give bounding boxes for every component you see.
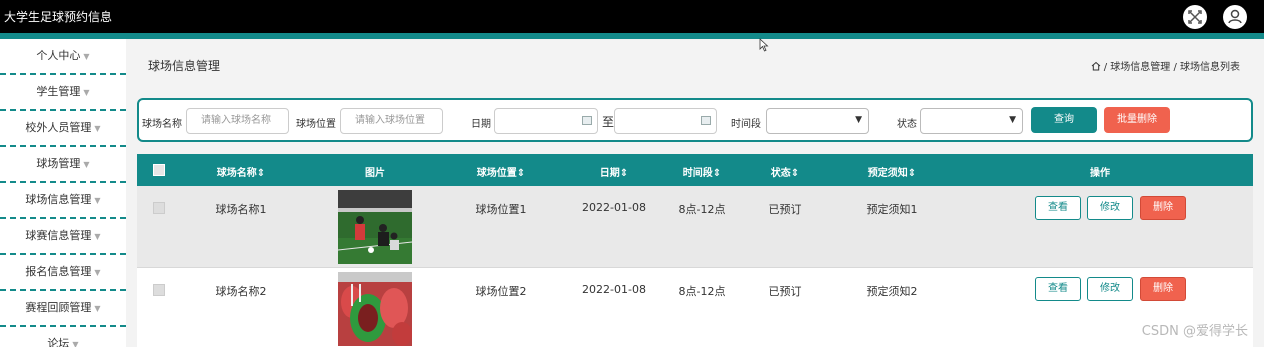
- chevron-down-icon: ▼: [83, 160, 90, 169]
- date-range-separator: 至: [602, 115, 615, 129]
- field-info-table: 球场名称⇕ 图片 球场位置⇕ 日期⇕ 时间段⇕ 状态⇕ 预定须知⇕ 操作 球场名…: [137, 154, 1253, 347]
- mouse-cursor-icon: [759, 38, 769, 52]
- delete-button[interactable]: 删除: [1140, 277, 1186, 301]
- sidebar-item-label: 个人中心: [36, 49, 81, 62]
- field-location-input[interactable]: 请输入球场位置: [340, 108, 443, 134]
- chevron-down-icon: ▼: [83, 88, 90, 97]
- sidebar: 个人中心 ▼ 学生管理 ▼ 校外人员管理 ▼ 球场管理 ▼ 球场信息管理 ▼ 球赛信息管理…: [0, 39, 126, 347]
- cell-status: 已预订: [768, 203, 802, 216]
- field-name-label: 球场名称: [142, 119, 182, 130]
- breadcrumb: / 球场信息管理 / 球场信息列表: [1091, 58, 1240, 73]
- batch-delete-button[interactable]: 批量删除: [1104, 107, 1170, 133]
- user-avatar-icon[interactable]: [1223, 5, 1247, 29]
- field-thumbnail-image[interactable]: [338, 272, 412, 346]
- sidebar-item-field-management[interactable]: 球场管理 ▼: [0, 147, 126, 183]
- search-panel: 球场名称 请输入球场名称 球场位置 请输入球场位置 日期 至 时间段 ▼ 状态 …: [137, 98, 1253, 142]
- breadcrumb-current: 球场信息列表: [1180, 62, 1240, 73]
- calendar-icon: [582, 116, 592, 125]
- top-bar: 大学生足球预约信息: [0, 0, 1264, 33]
- chevron-down-icon: ▼: [72, 340, 79, 347]
- cell-notice: 预定须知2: [866, 285, 918, 298]
- column-header-actions: 操作: [1090, 168, 1110, 179]
- sidebar-item-schedule-review[interactable]: 赛程回顾管理 ▼: [0, 291, 126, 327]
- date-label: 日期: [471, 119, 491, 130]
- view-button[interactable]: 查看: [1035, 277, 1081, 301]
- date-end-input[interactable]: [614, 108, 717, 134]
- sidebar-item-label: 校外人员管理: [25, 121, 92, 134]
- home-icon[interactable]: [1091, 61, 1101, 71]
- sidebar-item-external-staff[interactable]: 校外人员管理 ▼: [0, 111, 126, 147]
- cell-location: 球场位置2: [475, 285, 527, 298]
- main-content: 球场信息管理 / 球场信息管理 / 球场信息列表 球场名称 请输入球场名称 球场…: [126, 39, 1264, 347]
- sidebar-item-label: 赛程回顾管理: [25, 301, 92, 314]
- app-title: 大学生足球预约信息: [4, 10, 113, 24]
- column-header-status[interactable]: 状态⇕: [771, 164, 799, 179]
- timeslot-select[interactable]: ▼: [766, 108, 869, 134]
- column-header-timeslot[interactable]: 时间段⇕: [683, 164, 721, 179]
- breadcrumb-separator: /: [1173, 62, 1177, 73]
- sidebar-item-students[interactable]: 学生管理 ▼: [0, 75, 126, 111]
- table-row: 球场名称2 球场位置2 2022-01-08 8点-12点 已预订 预定须知2 …: [137, 268, 1253, 347]
- cell-timeslot: 8点-12点: [678, 203, 726, 216]
- cell-date: 2022-01-08: [582, 283, 646, 296]
- chevron-down-icon: ▼: [94, 268, 101, 277]
- column-header-location[interactable]: 球场位置⇕: [477, 164, 525, 179]
- sidebar-item-personal-center[interactable]: 个人中心 ▼: [0, 39, 126, 75]
- chevron-down-icon: ▼: [83, 52, 90, 61]
- sidebar-item-forum[interactable]: 论坛 ▼: [0, 327, 126, 347]
- sidebar-item-label: 球赛信息管理: [25, 229, 92, 242]
- view-button[interactable]: 查看: [1035, 196, 1081, 220]
- cell-name: 球场名称2: [215, 285, 267, 298]
- table-row: 球场名称1 球场位置1 2022-01-08 8点-12点 已预订 预定须知1 …: [137, 186, 1253, 268]
- cell-date: 2022-01-08: [582, 201, 646, 214]
- edit-button[interactable]: 修改: [1087, 277, 1133, 301]
- status-select[interactable]: ▼: [920, 108, 1023, 134]
- sidebar-item-label: 论坛: [47, 337, 70, 347]
- status-label: 状态: [897, 119, 917, 130]
- select-all-checkbox[interactable]: [153, 164, 165, 176]
- column-header-name[interactable]: 球场名称⇕: [217, 164, 265, 179]
- breadcrumb-separator: /: [1103, 62, 1108, 73]
- cell-timeslot: 8点-12点: [678, 285, 726, 298]
- sidebar-item-label: 球场信息管理: [25, 193, 92, 206]
- sidebar-item-field-info[interactable]: 球场信息管理 ▼: [0, 183, 126, 219]
- calendar-icon: [701, 116, 711, 125]
- timeslot-label: 时间段: [731, 119, 761, 130]
- field-thumbnail-image[interactable]: [338, 190, 412, 264]
- sidebar-item-match-info[interactable]: 球赛信息管理 ▼: [0, 219, 126, 255]
- sidebar-item-registration[interactable]: 报名信息管理 ▼: [0, 255, 126, 291]
- breadcrumb-item[interactable]: 球场信息管理: [1110, 62, 1170, 73]
- chevron-down-icon: ▼: [94, 304, 101, 313]
- field-location-label: 球场位置: [296, 119, 336, 130]
- row-checkbox[interactable]: [153, 284, 165, 296]
- cell-status: 已预订: [768, 285, 802, 298]
- chevron-down-icon: ▼: [1009, 115, 1016, 125]
- column-header-image: 图片: [365, 168, 385, 179]
- delete-button[interactable]: 删除: [1140, 196, 1186, 220]
- date-start-input[interactable]: [494, 108, 598, 134]
- sidebar-item-label: 报名信息管理: [25, 265, 92, 278]
- sidebar-item-label: 球场管理: [36, 157, 81, 170]
- chevron-down-icon: ▼: [94, 124, 101, 133]
- page-title: 球场信息管理: [148, 59, 221, 73]
- fullscreen-icon[interactable]: [1183, 5, 1207, 29]
- sidebar-item-label: 学生管理: [36, 85, 81, 98]
- chevron-down-icon: ▼: [94, 232, 101, 241]
- cell-location: 球场位置1: [475, 203, 527, 216]
- edit-button[interactable]: 修改: [1087, 196, 1133, 220]
- watermark: CSDN @爱得学长: [1141, 324, 1248, 339]
- field-name-input[interactable]: 请输入球场名称: [186, 108, 289, 134]
- cell-name: 球场名称1: [215, 203, 267, 216]
- column-header-notice[interactable]: 预定须知⇕: [868, 164, 916, 179]
- column-header-date[interactable]: 日期⇕: [600, 164, 628, 179]
- chevron-down-icon: ▼: [855, 115, 862, 125]
- table-header: 球场名称⇕ 图片 球场位置⇕ 日期⇕ 时间段⇕ 状态⇕ 预定须知⇕ 操作: [137, 154, 1253, 186]
- row-checkbox[interactable]: [153, 202, 165, 214]
- query-button[interactable]: 查询: [1031, 107, 1097, 133]
- cell-notice: 预定须知1: [866, 203, 918, 216]
- chevron-down-icon: ▼: [94, 196, 101, 205]
